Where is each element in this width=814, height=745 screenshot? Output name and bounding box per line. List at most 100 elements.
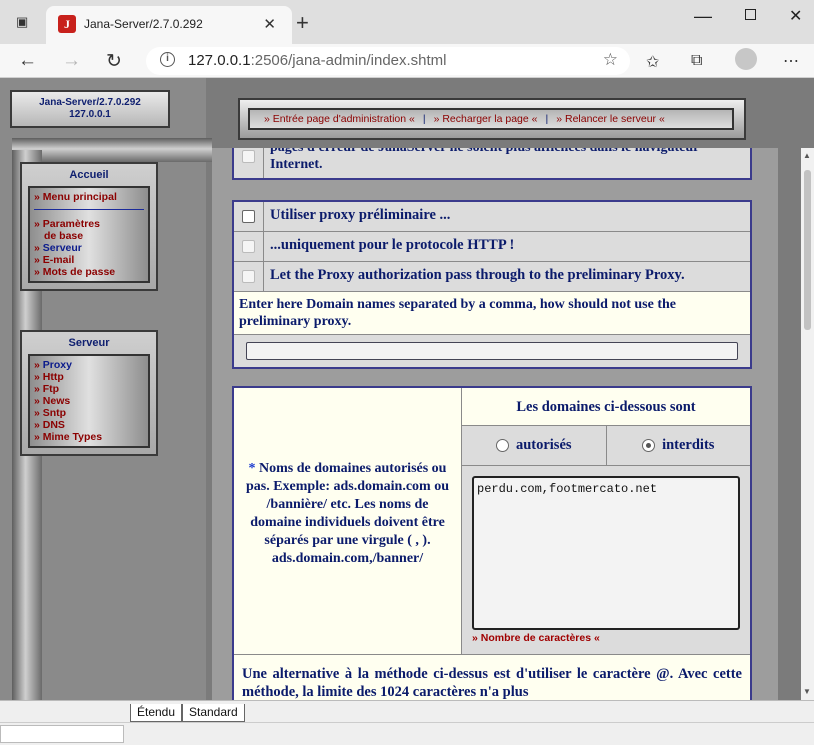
address-bar[interactable]: i 127.0.0.1:2506/jana-admin/index.shtml … — [146, 47, 630, 75]
option-label: Utiliser proxy préliminaire ... — [264, 202, 750, 231]
status-field — [0, 725, 124, 743]
site-info-icon[interactable]: i — [160, 52, 175, 67]
accueil-menu-list: » Menu principal » Paramètres de base » … — [28, 186, 150, 283]
serveur-menu-title: Serveur — [68, 337, 110, 349]
menu-item-label: DNS — [42, 419, 65, 431]
more-menu-icon[interactable]: ⋯ — [783, 51, 799, 71]
sheet-tab-bar: Étendu Standard — [0, 700, 814, 722]
menu-item-dns[interactable]: » DNS — [34, 419, 144, 431]
menu-item-http[interactable]: » Http — [34, 371, 144, 383]
url-host: 127.0.0.1 — [188, 52, 251, 69]
link-admin-entry[interactable]: » Entrée page d'administration « — [264, 113, 415, 125]
menu-item-mots-de-passe[interactable]: » Mots de passe — [34, 266, 144, 278]
sheet-tab-etendu[interactable]: Étendu — [130, 704, 183, 722]
alternative-method-text: Une alternative à la méthode ci-dessus e… — [234, 654, 750, 700]
link-reload-page[interactable]: » Recharger la page « — [434, 113, 538, 125]
nav-separator: | — [422, 113, 426, 125]
collections-icon[interactable]: ⧉ — [691, 52, 702, 70]
menu-item-de-base[interactable]: de base — [34, 230, 144, 242]
sheet-tab-standard[interactable]: Standard — [182, 704, 245, 722]
option-label: ...uniquement pour le protocole HTTP ! — [264, 232, 750, 261]
checkbox-cell — [234, 202, 264, 231]
option-row: pages d'erreur de JanaServer ne soient p… — [234, 148, 750, 178]
top-navigation-links: » Entrée page d'administration « | » Recha… — [248, 108, 734, 130]
radio-forbidden[interactable]: interdits — [607, 426, 751, 465]
checkbox-cell — [234, 148, 264, 178]
char-count-link[interactable]: » Nombre de caractères « — [472, 632, 740, 644]
reload-icon[interactable]: ↻ — [106, 50, 122, 73]
content-area: pages d'erreur de JanaServer ne soient p… — [212, 148, 778, 700]
admin-page: Jana-Server/2.7.0.292 127.0.0.1 Accueil … — [0, 78, 814, 700]
jana-favicon-icon: J — [58, 15, 76, 33]
menu-item-label: E-mail — [42, 254, 75, 266]
browser-toolbar: ← → ↻ i 127.0.0.1:2506/jana-admin/index.… — [0, 44, 814, 78]
serveur-menu: Serveur » Proxy » Http » Ftp » News » Sn… — [20, 330, 158, 456]
accueil-menu: Accueil » Menu principal » Paramètres de… — [20, 162, 158, 291]
minimize-icon[interactable]: — — [694, 6, 712, 27]
window-close-icon[interactable]: ✕ — [789, 6, 802, 26]
menu-item-proxy[interactable]: » Proxy — [34, 359, 144, 371]
link-restart-server[interactable]: » Relancer le serveur « — [556, 113, 665, 125]
option-row: Utiliser proxy préliminaire ... — [234, 202, 750, 232]
server-version: Jana-Server/2.7.0.292 — [39, 97, 141, 108]
new-tab-icon[interactable]: + — [296, 10, 309, 36]
menu-item-sntp[interactable]: » Sntp — [34, 407, 144, 419]
option-row: ...uniquement pour le protocole HTTP ! — [234, 232, 750, 262]
scroll-up-icon[interactable]: ▲ — [803, 151, 811, 160]
menu-item-ftp[interactable]: » Ftp — [34, 383, 144, 395]
menu-item-label: Mots de passe — [42, 266, 116, 278]
back-arrow-icon[interactable]: ← — [18, 50, 37, 72]
menu-item-label: de base — [44, 230, 84, 242]
menu-item-label: Sntp — [42, 407, 67, 419]
browser-tab[interactable]: J Jana-Server/2.7.0.292 ✕ — [46, 6, 292, 44]
maximize-icon[interactable] — [745, 9, 756, 20]
radio-allowed-button[interactable] — [495, 439, 509, 452]
domain-filter-controls: Les domaines ci-dessous sont autorisés i… — [462, 388, 750, 654]
forward-arrow-icon[interactable]: → — [62, 50, 81, 72]
page-scrollbar[interactable]: ▲ ▼ — [801, 148, 814, 700]
menu-item-label: Menu principal — [42, 191, 117, 203]
radio-allowed-label: autorisés — [515, 437, 572, 453]
radio-forbidden-label: interdits — [662, 437, 715, 453]
title-bar: ▣ J Jana-Server/2.7.0.292 ✕ + — ✕ — [0, 0, 814, 44]
http-only-checkbox[interactable] — [242, 240, 255, 253]
preliminary-proxy-panel: Utiliser proxy préliminaire ... ...uniqu… — [232, 200, 752, 369]
proxy-auth-passthrough-checkbox[interactable] — [242, 270, 255, 283]
status-bar — [0, 722, 814, 745]
menu-item-email[interactable]: » E-mail — [34, 254, 144, 266]
menu-item-label: News — [42, 395, 71, 407]
menu-item-menu-principal[interactable]: » Menu principal — [34, 191, 144, 203]
domain-input-row — [234, 335, 750, 367]
decorative-bar-horizontal — [12, 138, 212, 162]
error-pages-checkbox[interactable] — [242, 149, 255, 163]
url-text[interactable]: 127.0.0.1:2506/jana-admin/index.shtml — [188, 52, 447, 69]
radio-allowed[interactable]: autorisés — [462, 426, 607, 465]
checkbox-cell — [234, 232, 264, 261]
menu-item-serveur[interactable]: » Serveur — [34, 242, 144, 254]
menu-item-label: Ftp — [42, 383, 60, 395]
menu-item-news[interactable]: » News — [34, 395, 144, 407]
menu-item-label: Http — [42, 371, 64, 383]
server-badge: Jana-Server/2.7.0.292 127.0.0.1 — [10, 90, 170, 128]
checkbox-cell — [234, 262, 264, 291]
profile-avatar[interactable] — [735, 48, 757, 70]
tab-close-icon[interactable]: ✕ — [263, 15, 276, 33]
no-proxy-domains-input[interactable] — [246, 342, 738, 360]
domains-textarea[interactable]: perdu.com,footmercato.net — [472, 476, 740, 630]
domains-mode-radios: autorisés interdits — [462, 426, 750, 466]
favorites-icon[interactable]: ✩ — [646, 52, 659, 72]
menu-item-mime-types[interactable]: » Mime Types — [34, 431, 144, 443]
option-label: Let the Proxy authorization pass through… — [264, 262, 750, 291]
scroll-thumb[interactable] — [804, 170, 811, 330]
scroll-down-icon[interactable]: ▼ — [803, 687, 811, 696]
url-path: :2506/jana-admin/index.shtml — [250, 52, 447, 69]
menu-item-label: Serveur — [42, 242, 82, 254]
radio-forbidden-button[interactable] — [642, 439, 656, 452]
menu-item-parametres[interactable]: » Paramètres — [34, 218, 144, 230]
window-menu-icon[interactable]: ▣ — [16, 14, 34, 30]
option-label: pages d'erreur de JanaServer ne soient p… — [264, 148, 750, 178]
add-favorite-icon[interactable]: ☆ — [603, 50, 618, 70]
use-preliminary-proxy-checkbox[interactable] — [242, 210, 255, 223]
domains-heading: Les domaines ci-dessous sont — [462, 388, 750, 426]
server-address: 127.0.0.1 — [69, 109, 111, 120]
